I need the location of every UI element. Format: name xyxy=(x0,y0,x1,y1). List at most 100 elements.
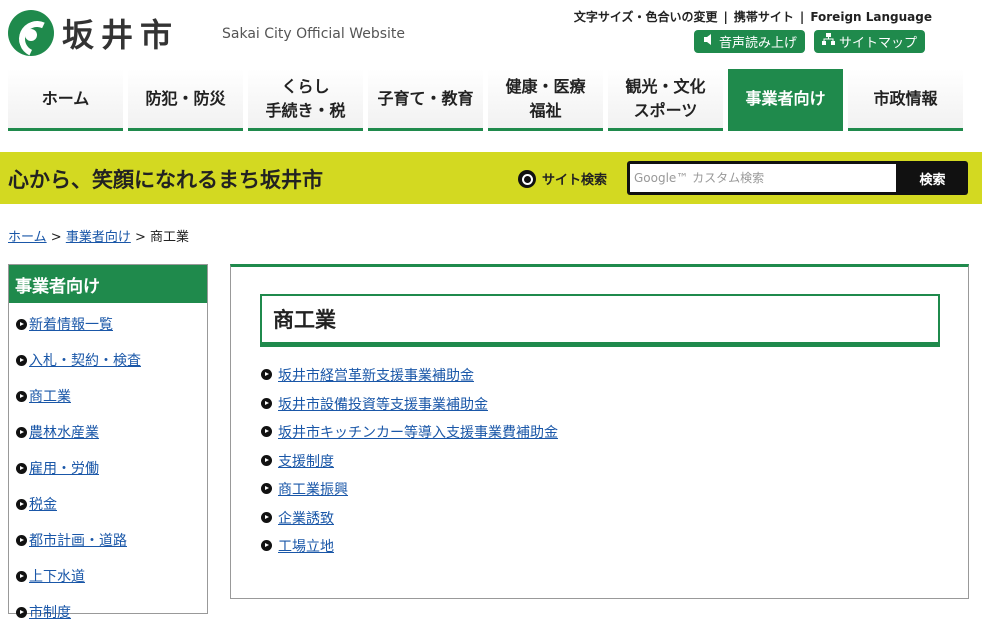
breadcrumb-sep: > xyxy=(134,230,146,245)
arrow-bullet-icon xyxy=(261,397,272,409)
breadcrumb-current: 商工業 xyxy=(150,230,190,245)
content-link[interactable]: 坂井市経営革新支援事業補助金 xyxy=(278,365,474,385)
search-icon xyxy=(518,169,536,188)
foreign-language-link[interactable]: Foreign Language xyxy=(810,10,932,24)
nav-city-info[interactable]: 市政情報 xyxy=(848,69,963,131)
sidebar-link[interactable]: 入札・契約・検査 xyxy=(29,350,141,370)
sidebar-item: 商工業 xyxy=(16,386,207,422)
sidebar: 事業者向け 新着情報一覧 入札・契約・検査 商工業 農林水産業 雇用・労働 税金… xyxy=(8,264,208,621)
content-link[interactable]: 企業誘致 xyxy=(278,508,334,528)
main-content: 商工業 坂井市経営革新支援事業補助金 坂井市設備投資等支援事業補助金 坂井市キッ… xyxy=(230,264,969,599)
list-item: 企業誘致 xyxy=(261,508,558,537)
search-button[interactable]: 検索 xyxy=(897,161,968,195)
breadcrumb-sep: > xyxy=(50,230,62,245)
separator: | xyxy=(799,10,805,24)
sidebar-list: 新着情報一覧 入札・契約・検査 商工業 農林水産業 雇用・労働 税金 都市計画・… xyxy=(9,303,207,638)
list-item: 商工業振興 xyxy=(261,479,558,508)
arrow-bullet-icon xyxy=(261,540,272,551)
utility-buttons: 音声読み上げ サイトマップ xyxy=(693,30,925,53)
arrow-bullet-icon xyxy=(16,427,27,438)
arrow-bullet-icon xyxy=(16,319,27,330)
content-link[interactable]: 坂井市設備投資等支援事業補助金 xyxy=(278,394,488,414)
page-title: 商工業 xyxy=(260,294,940,347)
arrow-bullet-icon xyxy=(261,426,272,437)
nav-label: 市政情報 xyxy=(873,88,938,108)
site-header: 坂井市 Sakai City Official Website 文字サイズ・色合… xyxy=(0,0,982,68)
sidebar-link[interactable]: 都市計画・道路 xyxy=(29,530,127,550)
arrow-bullet-icon xyxy=(16,571,27,582)
nav-label-line2: 手続き・税 xyxy=(265,100,346,120)
nav-home[interactable]: ホーム xyxy=(8,69,123,131)
sidebar-item: 上下水道 xyxy=(16,566,207,602)
sidebar-item: 市制度 xyxy=(16,602,207,638)
voice-readout-button[interactable]: 音声読み上げ xyxy=(693,30,805,53)
tagline: 心から、笑顔になれるまち坂井市 xyxy=(8,168,323,192)
content-link[interactable]: 支援制度 xyxy=(278,451,334,471)
global-nav: ホーム 防犯・防災 くらし手続き・税 子育て・教育 健康・医療 福祉 観光・文化ス… xyxy=(8,69,963,131)
arrow-bullet-icon xyxy=(261,511,272,523)
nav-crime-disaster[interactable]: 防犯・防災 xyxy=(128,69,243,131)
nav-health[interactable]: 健康・医療 福祉 xyxy=(488,69,603,131)
content-link[interactable]: 坂井市キッチンカー等導入支援事業費補助金 xyxy=(278,422,558,442)
list-item: 坂井市設備投資等支援事業補助金 xyxy=(261,394,558,423)
nav-label: ホーム xyxy=(41,88,90,108)
site-logo[interactable]: 坂井市 xyxy=(8,10,179,56)
list-item: 工場立地 xyxy=(261,536,558,565)
sidebar-link[interactable]: 商工業 xyxy=(29,386,71,406)
arrow-bullet-icon xyxy=(16,499,27,510)
text-size-color-link[interactable]: 文字サイズ・色合いの変更 xyxy=(574,10,718,24)
nav-business[interactable]: 事業者向け xyxy=(728,69,843,131)
sidebar-link[interactable]: 新着情報一覧 xyxy=(29,314,113,334)
sitemap-button[interactable]: サイトマップ xyxy=(813,30,925,53)
sidebar-link[interactable]: 雇用・労働 xyxy=(29,458,99,478)
utility-links: 文字サイズ・色合いの変更 | 携帯サイト | Foreign Language xyxy=(574,8,932,25)
nav-living[interactable]: くらし 手続き・税 xyxy=(248,69,363,131)
sidebar-link[interactable]: 市制度 xyxy=(29,602,71,622)
nav-label: 子育て・教育 xyxy=(377,88,474,108)
arrow-bullet-icon xyxy=(16,355,27,366)
nav-label-line2: スポーツ xyxy=(633,100,698,120)
breadcrumb: ホーム > 事業者向け > 商工業 xyxy=(8,226,189,245)
nav-childcare[interactable]: 子育て・教育 xyxy=(368,69,483,131)
content-link-list: 坂井市経営革新支援事業補助金 坂井市設備投資等支援事業補助金 坂井市キッチンカー… xyxy=(261,365,558,565)
city-emblem-icon xyxy=(8,10,54,56)
site-title: 坂井市 xyxy=(62,16,180,54)
sitemap-icon xyxy=(821,33,835,50)
mobile-site-link[interactable]: 携帯サイト xyxy=(734,10,794,24)
site-subtitle: Sakai City Official Website xyxy=(222,26,406,42)
arrow-bullet-icon xyxy=(16,463,27,474)
content-link[interactable]: 商工業振興 xyxy=(278,479,348,499)
sitemap-label: サイトマップ xyxy=(838,36,917,51)
sidebar-item: 農林水産業 xyxy=(16,422,207,458)
sidebar-item: 雇用・労働 xyxy=(16,458,207,494)
nav-label: くらし xyxy=(281,76,330,96)
speaker-icon xyxy=(702,33,715,50)
breadcrumb-home[interactable]: ホーム xyxy=(8,230,47,245)
sidebar-item: 入札・契約・検査 xyxy=(16,350,207,386)
site-search-label: サイト検索 xyxy=(518,169,607,188)
nav-label-line2: 福祉 xyxy=(529,100,562,120)
voice-readout-label: 音声読み上げ xyxy=(718,36,797,51)
list-item: 支援制度 xyxy=(261,451,558,480)
nav-label: 防犯・防災 xyxy=(145,88,226,108)
list-item: 坂井市キッチンカー等導入支援事業費補助金 xyxy=(261,422,558,451)
sidebar-link[interactable]: 税金 xyxy=(29,494,57,514)
separator: | xyxy=(723,10,728,24)
sidebar-link[interactable]: 上下水道 xyxy=(29,566,85,586)
arrow-bullet-icon xyxy=(16,535,27,546)
arrow-bullet-icon xyxy=(261,454,272,466)
sidebar-item: 税金 xyxy=(16,494,207,530)
sidebar-item: 新着情報一覧 xyxy=(16,314,207,350)
content-link[interactable]: 工場立地 xyxy=(278,536,334,556)
arrow-bullet-icon xyxy=(261,483,272,494)
sidebar-link[interactable]: 農林水産業 xyxy=(29,422,99,442)
arrow-bullet-icon xyxy=(16,391,27,402)
arrow-bullet-icon xyxy=(261,369,272,380)
sidebar-heading: 事業者向け xyxy=(9,265,207,303)
site-search-text: サイト検索 xyxy=(542,173,608,188)
search-input[interactable] xyxy=(630,164,896,192)
breadcrumb-business[interactable]: 事業者向け xyxy=(66,230,131,245)
nav-tourism[interactable]: 観光・文化 スポーツ xyxy=(608,69,723,131)
tagline-banner: 心から、笑顔になれるまち坂井市 サイト検索 検索 xyxy=(0,152,982,204)
nav-label: 観光・文化 xyxy=(625,76,706,96)
